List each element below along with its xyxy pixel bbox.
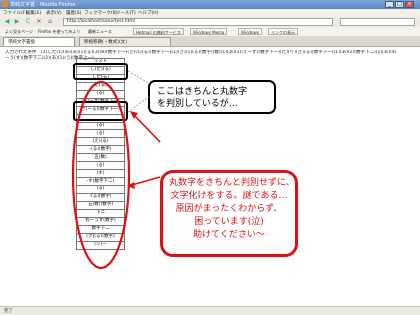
callout-garbled: 丸数字をきちんと判別せずに、 文字化けをする。謎である… 原因がまったくわからず… xyxy=(160,170,298,257)
result-list-table: リスト し(た)(る) した(る) た(る) (る) (ぎ)ーす(数字下一) ぎ… xyxy=(76,58,125,250)
list-item: 五(数)(数字) xyxy=(76,200,125,210)
callout-garbled-line5: 助けてください～ xyxy=(193,230,265,240)
menu-view[interactable]: 表示(V) xyxy=(46,10,62,16)
list-item: (る) xyxy=(76,129,125,139)
callout-garbled-line4: 困っています(泣) xyxy=(194,217,264,227)
bookmark-latest-news[interactable]: 最新ニュース xyxy=(86,28,114,35)
list-item: た(る) xyxy=(76,81,125,91)
back-button[interactable]: ◀ xyxy=(3,18,11,26)
callout-correct: ここはきちんと丸数字 を判別しているが… xyxy=(148,80,276,114)
list-item: (る) xyxy=(76,89,125,99)
list-item: 下ニ xyxy=(76,208,125,218)
list-item: -(る)(数字) xyxy=(76,145,125,155)
input-condition-text: 入力された条件 (1)した(1)(あ)(あ)(1)(る)(3)(8)(数字下一)… xyxy=(5,50,415,62)
address-bar[interactable]: http://localhost/sano/test.html xyxy=(63,18,333,26)
window-titlebar: 単純文字置 - Mozilla Firefox _ □ × xyxy=(0,0,420,9)
list-item: (え)(る) xyxy=(76,137,125,147)
callout-correct-line2: を判別しているが… xyxy=(157,99,238,109)
menu-tools[interactable]: ツール(T) xyxy=(116,10,136,16)
callout-garbled-line2: 文字化けをする。謎である… xyxy=(170,191,288,201)
list-item: -す(数字下二) xyxy=(76,177,125,186)
page-content: 入力された条件 (1)した(1)(あ)(あ)(1)(る)(3)(8)(数字下一)… xyxy=(0,47,420,306)
menu-file[interactable]: ファイル(F) xyxy=(3,10,27,16)
list-item: 数字下二 xyxy=(76,224,125,234)
bookmark-getting-started[interactable]: Firefox を使ってみよう xyxy=(36,28,82,35)
close-button[interactable]: × xyxy=(405,1,414,8)
tab-bar: 単純文字置換 移植移題(・数式)(文) xyxy=(0,36,420,47)
search-input[interactable] xyxy=(340,18,415,26)
menu-history[interactable]: 履歴(S) xyxy=(66,10,81,16)
list-item: おーうす(数字) xyxy=(76,216,125,226)
list-item: (る) xyxy=(76,185,125,194)
minimize-button[interactable]: _ xyxy=(385,1,394,8)
list-item: (す) xyxy=(76,169,125,179)
callout-correct-line1: ここはきちんと丸数字 xyxy=(157,87,248,97)
callout-garbled-line1: 丸数字をきちんと判別せずに、 xyxy=(169,178,295,188)
maximize-button[interactable]: □ xyxy=(395,1,404,8)
bookmark-windows[interactable]: Windows xyxy=(238,28,262,35)
list-item: (る) xyxy=(76,121,125,131)
menu-bookmarks[interactable]: ブックマーク(B) xyxy=(84,10,118,16)
reload-button[interactable]: C xyxy=(24,18,32,26)
url-text: http://localhost/sano/test.html xyxy=(67,19,136,24)
bookmark-most-visited[interactable]: よく見るページ xyxy=(3,28,35,35)
input-condition-line2: ーう(す)(数字下二)(2)(あ)(1)(う)(数字上ー) xyxy=(5,56,94,61)
status-text: 完了 xyxy=(4,309,13,314)
stop-button[interactable]: ✕ xyxy=(35,18,43,26)
highlight-box-middle xyxy=(73,101,128,121)
list-item: (る) xyxy=(76,161,125,171)
list-item: 五(数) xyxy=(76,153,125,163)
callout-garbled-line3: 原因がまったくわからず、 xyxy=(175,204,283,214)
list-item: (シ)ー xyxy=(76,240,125,250)
bookmark-links[interactable]: リンクの表示 xyxy=(268,28,298,35)
forward-button[interactable]: ▶ xyxy=(13,18,21,26)
home-button[interactable]: ⌂ xyxy=(46,18,54,26)
firefox-icon xyxy=(2,1,8,7)
bookmark-hotmail[interactable]: Hotmail の無料サービス xyxy=(133,28,184,35)
bookmark-windows-media[interactable]: Windows Media xyxy=(190,28,228,35)
list-item: (ク)(る)(数字) xyxy=(76,232,125,242)
list-item: -(る)(数字) xyxy=(76,192,125,202)
tab-active[interactable]: 単純文字置換 xyxy=(3,37,75,46)
tab-second[interactable]: 移植移題(・数式)(文) xyxy=(79,37,171,46)
highlight-box-top xyxy=(73,63,128,80)
menu-help[interactable]: ヘルプ(H) xyxy=(138,10,158,16)
menu-edit[interactable]: 編集(E) xyxy=(26,10,41,16)
window-title: 単純文字置 - Mozilla Firefox xyxy=(10,2,76,8)
